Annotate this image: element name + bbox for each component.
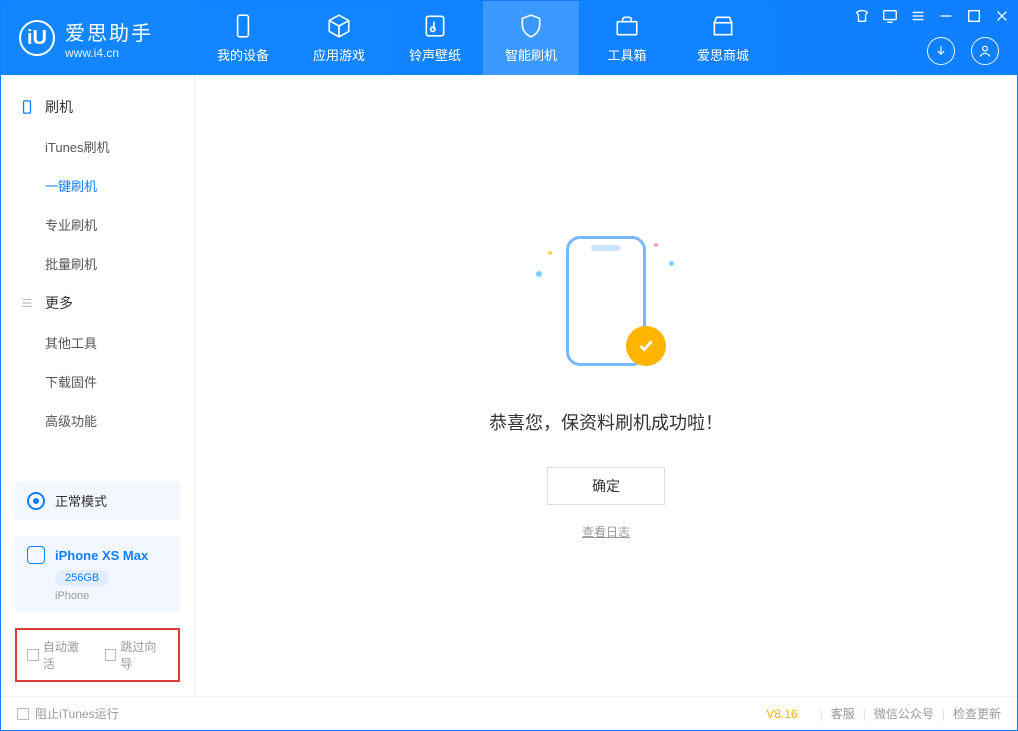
- header-actions: [927, 37, 999, 65]
- sidebar: 刷机 iTunes刷机 一键刷机 专业刷机 批量刷机 更多 其他工具 下载固件 …: [1, 75, 195, 696]
- tab-label: 我的设备: [217, 45, 269, 64]
- device-card[interactable]: iPhone XS Max 256GB iPhone: [15, 536, 180, 612]
- flash-options: 自动激活 跳过向导: [15, 628, 180, 682]
- checkbox-icon: [27, 649, 39, 661]
- list-icon: [19, 295, 35, 311]
- statusbar: 阻止iTunes运行 V8.16 | 客服 | 微信公众号 | 检查更新: [1, 696, 1017, 730]
- success-illustration: [536, 231, 676, 381]
- sidebar-item-itunes-flash[interactable]: iTunes刷机: [1, 127, 194, 166]
- checkbox-block-itunes[interactable]: 阻止iTunes运行: [17, 705, 119, 722]
- download-icon[interactable]: [927, 37, 955, 65]
- ok-button[interactable]: 确定: [547, 467, 665, 505]
- music-icon: [422, 13, 448, 39]
- checkbox-icon: [105, 649, 117, 661]
- menu-icon[interactable]: [909, 7, 927, 25]
- check-badge-icon: [626, 326, 666, 366]
- body: 刷机 iTunes刷机 一键刷机 专业刷机 批量刷机 更多 其他工具 下载固件 …: [1, 75, 1017, 696]
- sidebar-item-batch-flash[interactable]: 批量刷机: [1, 244, 194, 283]
- sidebar-item-download-firmware[interactable]: 下载固件: [1, 362, 194, 401]
- skin-icon[interactable]: [853, 7, 871, 25]
- main-area: 恭喜您，保资料刷机成功啦！ 确定 查看日志: [195, 75, 1017, 696]
- device-type: iPhone: [55, 590, 89, 602]
- tab-label: 铃声壁纸: [409, 45, 461, 64]
- maximize-button[interactable]: [965, 7, 983, 25]
- device-icon: [230, 13, 256, 39]
- main-tabs: 我的设备 应用游戏 铃声壁纸 智能刷机 工具箱 爱思商城: [195, 1, 771, 75]
- app-title: 爱思助手: [65, 17, 153, 46]
- sidebar-item-advanced[interactable]: 高级功能: [1, 401, 194, 440]
- link-check-update[interactable]: 检查更新: [953, 705, 1001, 722]
- sidebar-item-pro-flash[interactable]: 专业刷机: [1, 205, 194, 244]
- logo: iU 爱思助手 www.i4.cn: [1, 17, 195, 60]
- toolbox-icon: [614, 13, 640, 39]
- window-controls: [853, 7, 1011, 25]
- link-wechat[interactable]: 微信公众号: [874, 705, 934, 722]
- sidebar-group-flash: 刷机: [1, 87, 194, 127]
- group-label: 更多: [45, 293, 73, 313]
- device-name: iPhone XS Max: [55, 548, 148, 563]
- feedback-icon[interactable]: [881, 7, 899, 25]
- sidebar-item-oneclick-flash[interactable]: 一键刷机: [1, 166, 194, 205]
- checkbox-icon: [17, 708, 29, 720]
- titlebar: iU 爱思助手 www.i4.cn 我的设备 应用游戏 铃声壁纸 智能刷机: [1, 1, 1017, 75]
- tab-label: 应用游戏: [313, 45, 365, 64]
- tab-ringtones-wallpapers[interactable]: 铃声壁纸: [387, 1, 483, 75]
- group-label: 刷机: [45, 97, 73, 117]
- user-icon[interactable]: [971, 37, 999, 65]
- checkbox-skip-guide[interactable]: 跳过向导: [105, 638, 169, 672]
- success-message: 恭喜您，保资料刷机成功啦！: [489, 409, 723, 435]
- app-subtitle: www.i4.cn: [65, 46, 153, 60]
- sidebar-group-more: 更多: [1, 283, 194, 323]
- shield-icon: [518, 13, 544, 39]
- tab-label: 工具箱: [607, 45, 646, 64]
- view-log-link[interactable]: 查看日志: [582, 523, 630, 540]
- cube-icon: [326, 13, 352, 39]
- tab-smart-flash[interactable]: 智能刷机: [483, 1, 579, 75]
- version-label: V8.16: [766, 707, 797, 721]
- tab-apps-games[interactable]: 应用游戏: [291, 1, 387, 75]
- tab-toolbox[interactable]: 工具箱: [579, 1, 675, 75]
- sidebar-item-other-tools[interactable]: 其他工具: [1, 323, 194, 362]
- phone-icon: [19, 99, 35, 115]
- tab-my-device[interactable]: 我的设备: [195, 1, 291, 75]
- mode-card[interactable]: 正常模式: [15, 481, 180, 520]
- logo-icon: iU: [19, 20, 55, 56]
- minimize-button[interactable]: [937, 7, 955, 25]
- tab-store[interactable]: 爱思商城: [675, 1, 771, 75]
- tab-label: 智能刷机: [505, 45, 557, 64]
- mode-icon: [27, 492, 45, 510]
- mode-label: 正常模式: [55, 491, 107, 510]
- link-support[interactable]: 客服: [831, 705, 855, 722]
- tab-label: 爱思商城: [697, 45, 749, 64]
- store-icon: [710, 13, 736, 39]
- checkbox-auto-activate[interactable]: 自动激活: [27, 638, 91, 672]
- device-icon: [27, 546, 45, 564]
- close-button[interactable]: [993, 7, 1011, 25]
- app-window: iU 爱思助手 www.i4.cn 我的设备 应用游戏 铃声壁纸 智能刷机: [0, 0, 1018, 731]
- device-capacity: 256GB: [55, 570, 109, 586]
